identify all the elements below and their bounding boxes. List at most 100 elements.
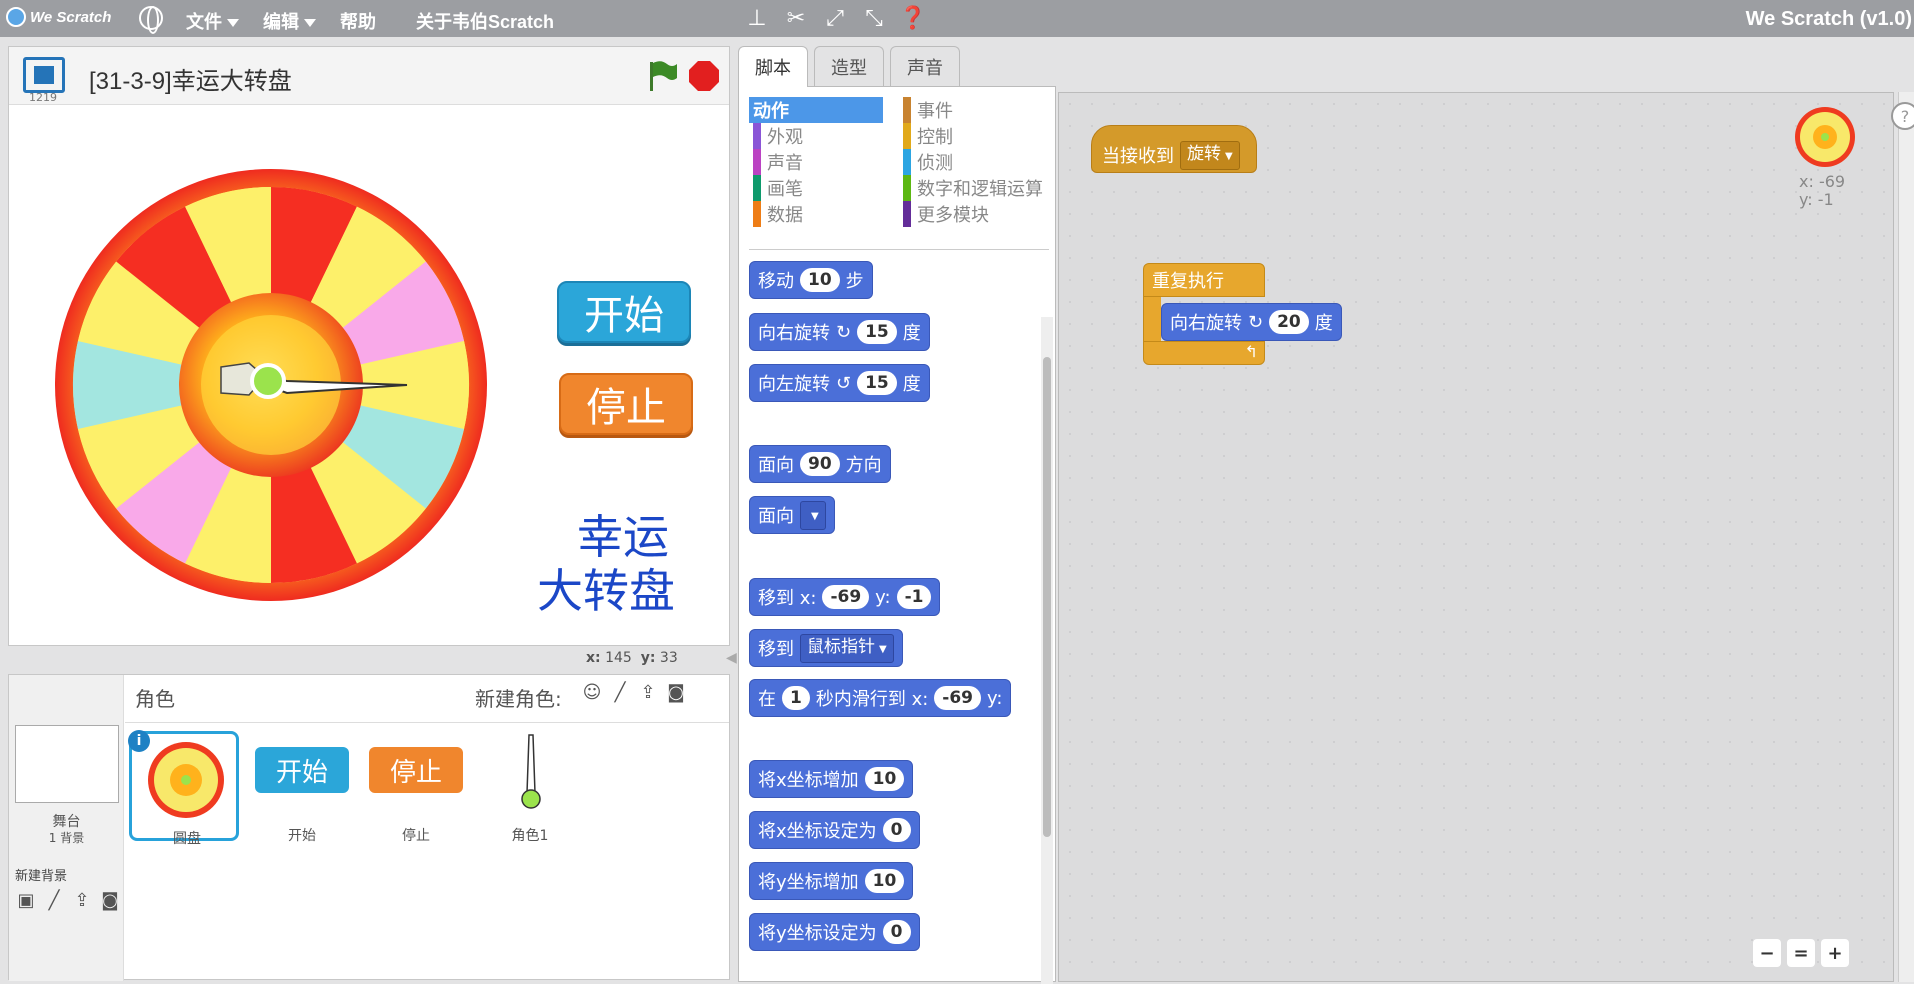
image-library-icon[interactable]: ▣ bbox=[15, 889, 37, 911]
camera-icon[interactable]: ◙ bbox=[665, 681, 687, 703]
help-question-icon[interactable]: ❓ bbox=[899, 5, 926, 31]
sprite-item[interactable]: 停止 停止 bbox=[361, 731, 471, 844]
rotate-ccw-icon: ↺ bbox=[836, 372, 852, 394]
sprite-item[interactable]: 角色1 bbox=[475, 731, 585, 844]
camera-icon[interactable]: ◙ bbox=[99, 889, 121, 911]
current-sprite-thumbnail bbox=[1795, 107, 1855, 167]
help-question-icon[interactable]: ? bbox=[1891, 102, 1914, 130]
cut-scissors-icon[interactable]: ✂ bbox=[783, 5, 809, 31]
logo-icon bbox=[6, 7, 26, 27]
block-input[interactable]: 0 bbox=[882, 920, 911, 944]
paint-brush-icon[interactable]: ╱ bbox=[43, 889, 65, 911]
stage-canvas[interactable]: 开始 停止 幸运 大转盘 bbox=[9, 105, 729, 645]
grow-icon[interactable]: ⤢ bbox=[822, 5, 848, 31]
scrollbar-thumb[interactable] bbox=[1043, 357, 1051, 837]
block-input[interactable]: 1 bbox=[782, 686, 810, 710]
stop-button[interactable]: 停止 bbox=[559, 373, 693, 435]
block-dropdown[interactable] bbox=[800, 500, 826, 530]
stage-thumbnail[interactable] bbox=[15, 725, 119, 803]
tab-sounds[interactable]: 声音 bbox=[890, 46, 960, 86]
project-title[interactable]: [31-3-9]幸运大转盘 bbox=[89, 61, 292, 96]
zoom-out-icon[interactable]: − bbox=[1753, 939, 1781, 967]
tab-costumes[interactable]: 造型 bbox=[814, 46, 884, 86]
block-input[interactable]: -1 bbox=[896, 585, 932, 609]
stage-column: 舞台 1 背景 新建背景 ▣ ╱ ⇪ ◙ bbox=[9, 675, 124, 981]
upload-icon[interactable]: ⇪ bbox=[637, 681, 659, 703]
block-point-direction[interactable]: 面向 90 方向 bbox=[749, 445, 891, 483]
fullscreen-icon[interactable] bbox=[23, 57, 65, 93]
category-control[interactable]: 控制 bbox=[899, 123, 1049, 149]
paint-brush-icon[interactable]: ╱ bbox=[609, 681, 631, 703]
block-turn-right-script[interactable]: 向右旋转 ↻ 20 度 bbox=[1161, 303, 1342, 341]
new-sprite-label: 新建角色: bbox=[475, 687, 562, 711]
duplicate-stamp-icon[interactable]: ⊥ bbox=[744, 5, 770, 31]
sprite-library-icon[interactable]: ☺ bbox=[581, 681, 603, 703]
logo[interactable]: We Scratch bbox=[6, 7, 111, 27]
zoom-in-icon[interactable]: + bbox=[1821, 939, 1849, 967]
block-input[interactable]: 10 bbox=[800, 268, 840, 292]
menu-about[interactable]: 关于韦伯Scratch bbox=[416, 8, 554, 34]
block-input[interactable]: 20 bbox=[1269, 310, 1309, 334]
block-goto-xy[interactable]: 移到 x: -69 y: -1 bbox=[749, 578, 941, 616]
upload-icon[interactable]: ⇪ bbox=[71, 889, 93, 911]
block-text: y: bbox=[987, 687, 1003, 709]
zoom-reset-icon[interactable]: = bbox=[1787, 939, 1815, 967]
sprite-item[interactable]: 开始 开始 bbox=[247, 731, 357, 844]
category-pen[interactable]: 画笔 bbox=[749, 175, 883, 201]
sprite-name: 开始 bbox=[288, 828, 316, 844]
block-goto-target[interactable]: 移到 鼠标指针 bbox=[749, 629, 903, 667]
start-button[interactable]: 开始 bbox=[557, 281, 691, 343]
menu-edit[interactable]: 编辑 bbox=[263, 8, 316, 34]
block-dropdown[interactable]: 鼠标指针 bbox=[800, 633, 894, 663]
block-point-towards[interactable]: 面向 bbox=[749, 496, 835, 534]
block-input[interactable]: 15 bbox=[857, 320, 897, 344]
menu-file[interactable]: 文件 bbox=[186, 8, 239, 34]
menu-help[interactable]: 帮助 bbox=[340, 8, 376, 34]
palette-scrollbar[interactable] bbox=[1041, 317, 1053, 984]
block-turn-left[interactable]: 向左旋转 ↺ 15 度 bbox=[749, 364, 930, 402]
block-text: 将x坐标设定为 bbox=[758, 821, 877, 842]
tab-scripts[interactable]: 脚本 bbox=[738, 46, 808, 87]
block-text: 向左旋转 bbox=[758, 374, 830, 395]
shrink-icon[interactable]: ⤡ bbox=[861, 5, 887, 31]
category-looks[interactable]: 外观 bbox=[749, 123, 883, 149]
category-sound[interactable]: 声音 bbox=[749, 149, 883, 175]
block-set-y[interactable]: 将y坐标设定为 0 bbox=[749, 913, 920, 951]
block-turn-right[interactable]: 向右旋转 ↻ 15 度 bbox=[749, 313, 930, 351]
sprite-item[interactable]: i 圆盘 bbox=[128, 730, 239, 847]
category-events[interactable]: 事件 bbox=[899, 97, 1049, 123]
category-operators[interactable]: 数字和逻辑运算 bbox=[899, 175, 1049, 201]
block-text: 步 bbox=[845, 271, 864, 292]
block-text: 移动 bbox=[758, 271, 794, 292]
block-input[interactable]: 15 bbox=[857, 371, 897, 395]
category-color-bar bbox=[903, 201, 911, 227]
block-input[interactable]: -69 bbox=[822, 585, 870, 609]
category-data[interactable]: 数据 bbox=[749, 201, 883, 227]
category-more-blocks[interactable]: 更多模块 bbox=[899, 201, 1049, 227]
block-list: 移动10步 向右旋转↻15度 向左旋转↺15度 面向90方向 面向 移到 x:-… bbox=[739, 257, 1041, 977]
block-change-x[interactable]: 将x坐标增加 10 bbox=[749, 760, 914, 798]
category-motion[interactable]: 动作 bbox=[749, 97, 883, 123]
block-when-receive[interactable]: 当接收到 旋转 bbox=[1091, 125, 1257, 173]
prize-wheel[interactable] bbox=[53, 167, 489, 603]
block-move[interactable]: 移动 10 步 bbox=[749, 261, 873, 299]
block-set-x[interactable]: 将x坐标设定为 0 bbox=[749, 811, 920, 849]
block-input[interactable]: -69 bbox=[934, 686, 982, 710]
block-glide[interactable]: 在 1 秒内滑行到 x: -69 y: bbox=[749, 679, 1012, 717]
sprite-name: 停止 bbox=[402, 828, 430, 844]
green-flag-icon[interactable] bbox=[645, 59, 679, 93]
block-change-y[interactable]: 将y坐标增加 10 bbox=[749, 862, 914, 900]
script-area[interactable]: 当接收到旋转 重复执行 ↰ 向右旋转 ↻20度 x: -69y: -1 − = + bbox=[1058, 92, 1894, 982]
block-text: 在 bbox=[758, 689, 776, 710]
stop-sign-icon[interactable] bbox=[687, 59, 721, 93]
block-input[interactable]: 10 bbox=[864, 869, 905, 893]
message-dropdown[interactable]: 旋转 bbox=[1180, 140, 1240, 170]
language-globe-icon[interactable] bbox=[139, 6, 163, 34]
category-sensing[interactable]: 侦测 bbox=[899, 149, 1049, 175]
block-input[interactable]: 10 bbox=[864, 767, 905, 791]
block-input[interactable]: 0 bbox=[882, 818, 911, 842]
pointer-thumbnail-icon bbox=[521, 734, 541, 809]
block-input[interactable]: 90 bbox=[800, 452, 840, 476]
version-number: 1219 bbox=[29, 91, 57, 104]
editor-pane: 脚本 造型 声音 动作 外观 声音 画笔 数据 事件 控制 侦测 数字和逻辑运算… bbox=[738, 46, 1914, 984]
